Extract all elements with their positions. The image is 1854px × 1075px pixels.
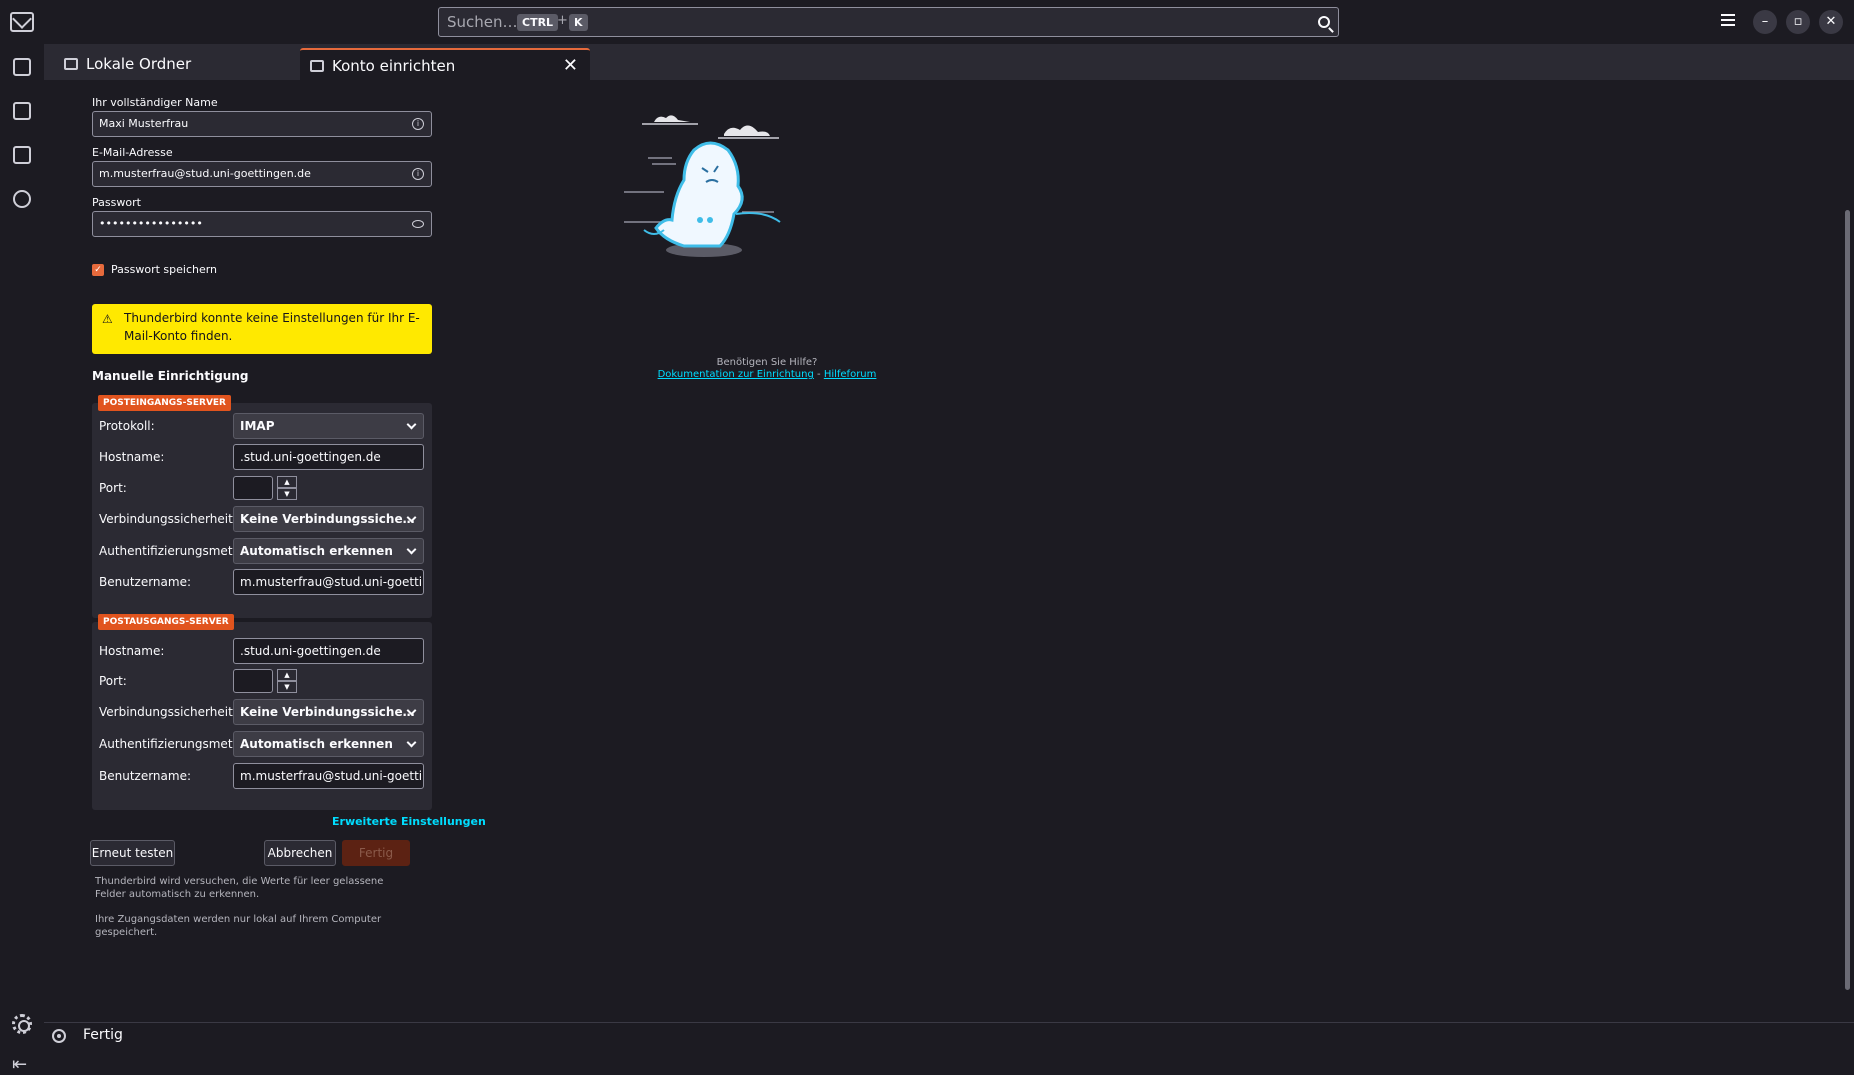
close-window-button[interactable]: ✕ <box>1819 10 1843 34</box>
app-menu-icon[interactable] <box>1721 14 1735 28</box>
account-setup-icon <box>310 60 324 72</box>
local-storage-hint: Ihre Zugangsdaten werden nur lokal auf I… <box>95 914 382 938</box>
incoming-security-select[interactable]: Keine Verbindungssiche… <box>233 506 424 532</box>
title-bar: Suchen… CTRL + K – ▫ ✕ <box>0 0 1854 44</box>
search-input[interactable]: Suchen… CTRL + K <box>438 7 1339 37</box>
settings-gear-icon[interactable] <box>12 1014 32 1034</box>
email-value: m.musterfrau@stud.uni-goettingen.de <box>99 167 311 180</box>
tab-label: Lokale Ordner <box>86 55 192 73</box>
protocol-value: IMAP <box>240 419 275 433</box>
search-icon[interactable] <box>1318 16 1330 28</box>
incoming-server-badge: POSTEINGANGS-SERVER <box>98 395 231 411</box>
collapse-toolbar-icon[interactable]: ⇤ <box>12 1054 27 1075</box>
calendar-icon[interactable] <box>13 102 31 120</box>
full-name-value: Maxi Musterfrau <box>99 117 189 130</box>
security-label: Verbindungssicherheit: <box>99 705 237 719</box>
scrollbar[interactable] <box>1845 210 1850 990</box>
outgoing-server-box: POSTAUSGANGS-SERVER Hostname: .stud.uni-… <box>92 614 432 810</box>
tab-local-folders[interactable]: Lokale Ordner <box>54 48 300 80</box>
status-text: Fertig <box>83 1027 123 1043</box>
incoming-hostname-input[interactable]: .stud.uni-goettingen.de <box>233 444 424 470</box>
tasks-icon[interactable] <box>13 146 31 164</box>
warning-notification: ⚠ Thunderbird konnte keine Einstellungen… <box>92 304 432 354</box>
help-separator: - <box>813 369 824 380</box>
hostname-label: Hostname: <box>99 644 165 658</box>
incoming-username-input[interactable]: m.musterfrau@stud.uni-goettingen.de <box>233 569 424 595</box>
password-value: •••••••••••••••• <box>99 217 203 230</box>
shortcut-plus: + <box>557 13 568 28</box>
email-label: E-Mail-Adresse <box>92 146 173 159</box>
online-status-icon[interactable] <box>52 1029 66 1043</box>
chevron-down-icon <box>406 419 417 430</box>
account-setup-page: Ihr vollständiger Name Maxi Musterfrau i… <box>44 80 1854 1022</box>
port-label: Port: <box>99 674 127 688</box>
security-value: Keine Verbindungssiche… <box>240 705 415 719</box>
name-label: Ihr vollständiger Name <box>92 96 218 109</box>
remember-password-label: Passwort speichern <box>111 263 218 276</box>
port-decrement-button[interactable]: ▼ <box>277 681 297 693</box>
username-label: Benutzername: <box>99 575 192 589</box>
auth-value: Automatisch erkennen <box>240 544 393 558</box>
port-increment-button[interactable]: ▲ <box>277 669 297 681</box>
chevron-down-icon <box>406 737 417 748</box>
auth-value: Automatisch erkennen <box>240 737 393 751</box>
retest-button[interactable]: Erneut testen <box>90 840 175 866</box>
outgoing-auth-select[interactable]: Automatisch erkennen <box>233 731 424 757</box>
port-label: Port: <box>99 481 127 495</box>
password-label: Passwort <box>92 196 141 209</box>
manual-setup-title: Manuelle Einrichtigung <box>92 369 249 383</box>
port-increment-button[interactable]: ▲ <box>277 476 297 488</box>
tab-bar: Lokale Ordner Konto einrichten ✕ <box>44 44 1854 80</box>
outgoing-security-select[interactable]: Keine Verbindungssiche… <box>233 699 424 725</box>
advanced-settings-link[interactable]: Erweiterte Einstellungen <box>332 815 486 828</box>
autodetect-hint: Thunderbird wird versuchen, die Werte fü… <box>95 876 384 900</box>
username-label: Benutzername: <box>99 769 192 783</box>
incoming-server-box: POSTEINGANGS-SERVER Protokoll: IMAP Host… <box>92 395 432 618</box>
search-placeholder: Suchen… <box>447 13 518 31</box>
chevron-down-icon <box>406 544 417 555</box>
cancel-button[interactable]: Abbrechen <box>264 840 336 866</box>
folder-icon <box>64 58 78 70</box>
address-book-icon[interactable] <box>13 58 31 76</box>
restore-button[interactable]: ▫ <box>1786 10 1810 34</box>
full-name-field[interactable]: Maxi Musterfrau i <box>92 111 432 137</box>
incoming-port-input[interactable] <box>233 476 273 500</box>
email-field[interactable]: m.musterfrau@stud.uni-goettingen.de i <box>92 161 432 187</box>
warning-icon: ⚠ <box>102 312 113 326</box>
info-icon[interactable]: i <box>412 168 424 180</box>
remember-password-checkbox[interactable]: ✓ <box>92 264 104 276</box>
info-icon[interactable]: i <box>412 118 424 130</box>
close-tab-icon[interactable]: ✕ <box>563 50 578 82</box>
help-question: Benötigen Sie Hilfe? <box>716 357 818 368</box>
shortcut-ctrl: CTRL <box>517 14 559 31</box>
setup-docs-link[interactable]: Dokumentation zur Einrichtung <box>658 369 814 380</box>
help-forum-link[interactable]: Hilfeforum <box>824 369 877 380</box>
status-bar: Fertig <box>44 1022 1854 1048</box>
shortcut-k: K <box>569 14 588 31</box>
tab-account-setup[interactable]: Konto einrichten ✕ <box>300 48 590 80</box>
hostname-label: Hostname: <box>99 450 165 464</box>
spaces-toolbar: ⇤ <box>0 44 44 1075</box>
protocol-label: Protokoll: <box>99 419 155 433</box>
minimize-button[interactable]: – <box>1753 10 1777 34</box>
outgoing-username-input[interactable]: m.musterfrau@stud.uni-goettingen.de <box>233 763 424 789</box>
show-password-icon[interactable] <box>412 220 424 228</box>
tab-label: Konto einrichten <box>332 57 456 75</box>
security-value: Keine Verbindungssiche… <box>240 512 415 526</box>
incoming-auth-select[interactable]: Automatisch erkennen <box>233 538 424 564</box>
outgoing-hostname-input[interactable]: .stud.uni-goettingen.de <box>233 638 424 664</box>
warning-text: Thunderbird konnte keine Einstellungen f… <box>124 311 420 343</box>
mail-space-icon[interactable] <box>10 12 34 32</box>
outgoing-port-input[interactable] <box>233 669 273 693</box>
port-decrement-button[interactable]: ▼ <box>277 488 297 500</box>
mascot-illustration <box>624 115 781 257</box>
protocol-select[interactable]: IMAP <box>233 413 424 439</box>
password-field[interactable]: •••••••••••••••• <box>92 211 432 237</box>
outgoing-server-badge: POSTAUSGANGS-SERVER <box>98 614 234 630</box>
chat-icon[interactable] <box>13 190 31 208</box>
help-links: Dokumentation zur Einrichtung - Hilfefor… <box>617 369 917 380</box>
security-label: Verbindungssicherheit: <box>99 512 237 526</box>
done-button[interactable]: Fertig <box>342 840 410 866</box>
